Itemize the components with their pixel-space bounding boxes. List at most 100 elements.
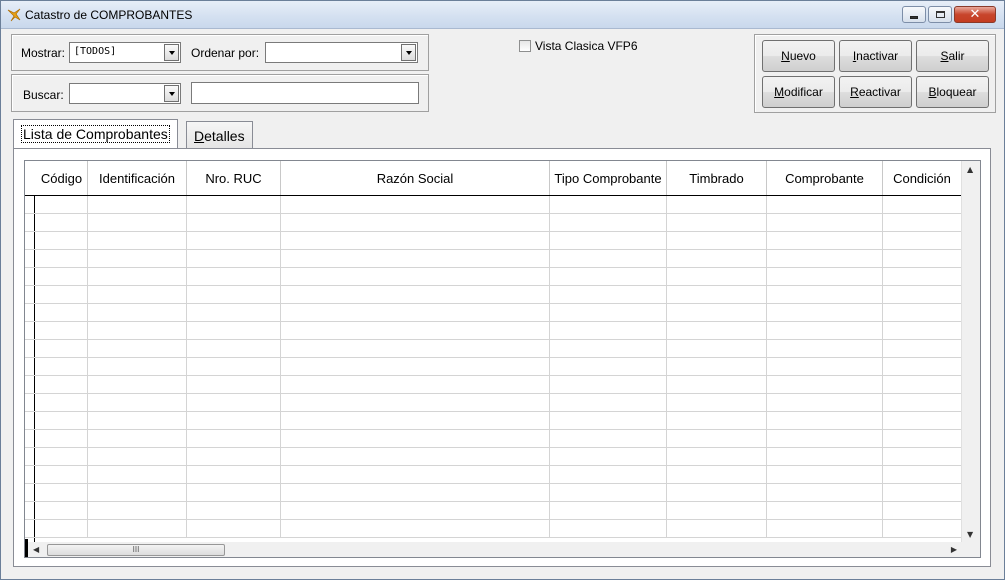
table-cell[interactable] [883,286,962,304]
table-cell[interactable] [36,340,88,358]
table-row[interactable] [25,394,962,412]
table-cell[interactable] [36,394,88,412]
table-cell[interactable] [667,340,767,358]
mostrar-dropdown-button[interactable] [164,44,179,61]
salir-button[interactable]: Salir [916,40,989,72]
table-cell[interactable] [883,376,962,394]
table-cell[interactable] [767,250,883,268]
table-cell[interactable] [281,412,550,430]
table-cell[interactable] [883,196,962,214]
table-cell[interactable] [88,466,187,484]
table-cell[interactable] [187,196,281,214]
table-row[interactable] [25,268,962,286]
table-cell[interactable] [281,448,550,466]
table-cell[interactable] [883,520,962,538]
table-cell[interactable] [281,304,550,322]
table-cell[interactable] [36,304,88,322]
ordenar-select[interactable] [265,42,418,63]
table-cell[interactable] [667,502,767,520]
table-cell[interactable] [550,484,667,502]
mostrar-select[interactable]: [TODOS] [69,42,181,63]
table-cell[interactable] [36,502,88,520]
table-cell[interactable] [767,520,883,538]
title-bar[interactable]: Catastro de COMPROBANTES ✕ [1,1,1004,29]
table-cell[interactable] [550,268,667,286]
table-cell[interactable] [767,304,883,322]
table-cell[interactable] [36,466,88,484]
table-cell[interactable] [88,268,187,286]
table-cell[interactable] [667,250,767,268]
table-cell[interactable] [187,214,281,232]
table-cell[interactable] [550,250,667,268]
scroll-right-icon[interactable]: ▶ [951,545,957,554]
table-cell[interactable] [36,250,88,268]
column-header[interactable]: Identificación [88,161,187,195]
table-cell[interactable] [36,376,88,394]
table-cell[interactable] [667,466,767,484]
table-cell[interactable] [187,412,281,430]
table-cell[interactable] [550,286,667,304]
table-cell[interactable] [883,466,962,484]
table-cell[interactable] [767,340,883,358]
table-cell[interactable] [767,286,883,304]
table-cell[interactable] [667,430,767,448]
nuevo-button[interactable]: Nuevo [762,40,835,72]
vertical-scrollbar[interactable]: ▲ ▼ [961,161,980,543]
table-cell[interactable] [667,322,767,340]
table-cell[interactable] [883,412,962,430]
table-cell[interactable] [667,304,767,322]
table-cell[interactable] [187,394,281,412]
table-row[interactable] [25,466,962,484]
table-cell[interactable] [767,448,883,466]
vista-clasica-checkbox[interactable] [519,40,531,52]
table-cell[interactable] [883,232,962,250]
table-row[interactable] [25,520,962,538]
table-cell[interactable] [767,412,883,430]
table-cell[interactable] [187,340,281,358]
table-cell[interactable] [88,232,187,250]
table-cell[interactable] [767,394,883,412]
table-row[interactable] [25,502,962,520]
column-header[interactable]: Comprobante [767,161,883,195]
table-cell[interactable] [883,394,962,412]
table-cell[interactable] [88,304,187,322]
table-cell[interactable] [550,322,667,340]
table-cell[interactable] [550,232,667,250]
table-cell[interactable] [281,232,550,250]
table-cell[interactable] [550,448,667,466]
table-cell[interactable] [550,304,667,322]
table-cell[interactable] [187,358,281,376]
table-row[interactable] [25,232,962,250]
column-header[interactable]: Tipo Comprobante [550,161,667,195]
table-cell[interactable] [767,430,883,448]
table-cell[interactable] [883,250,962,268]
table-row[interactable] [25,340,962,358]
table-cell[interactable] [281,466,550,484]
table-cell[interactable] [550,466,667,484]
table-cell[interactable] [36,232,88,250]
table-cell[interactable] [187,502,281,520]
table-cell[interactable] [281,322,550,340]
table-cell[interactable] [767,196,883,214]
table-cell[interactable] [88,502,187,520]
table-row[interactable] [25,196,962,214]
ordenar-dropdown-button[interactable] [401,44,416,61]
table-cell[interactable] [281,340,550,358]
table-cell[interactable] [281,286,550,304]
table-cell[interactable] [550,376,667,394]
table-cell[interactable] [883,448,962,466]
table-cell[interactable] [187,322,281,340]
table-cell[interactable] [36,322,88,340]
scroll-down-icon[interactable]: ▼ [967,530,973,539]
table-cell[interactable] [667,520,767,538]
table-cell[interactable] [36,520,88,538]
table-cell[interactable] [88,286,187,304]
table-cell[interactable] [550,430,667,448]
table-cell[interactable] [550,340,667,358]
table-cell[interactable] [550,358,667,376]
table-cell[interactable] [667,448,767,466]
table-row[interactable] [25,484,962,502]
table-cell[interactable] [88,250,187,268]
table-cell[interactable] [667,412,767,430]
table-cell[interactable] [36,358,88,376]
